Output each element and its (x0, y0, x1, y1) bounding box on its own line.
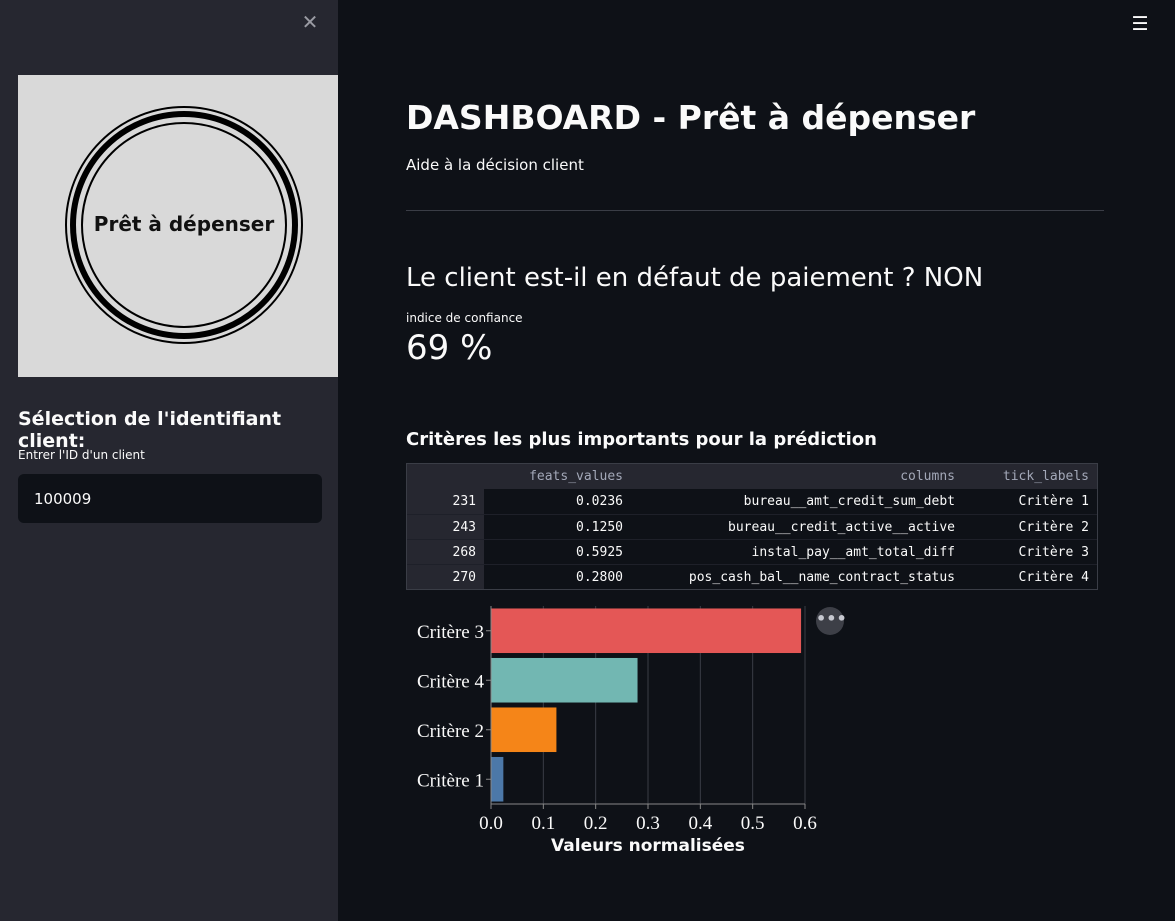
table-header-feats-values[interactable]: feats_values (484, 464, 631, 489)
sidebar-heading: Sélection de l'identifiant client: (18, 408, 282, 452)
tick-label-cell: Critère 3 (1018, 545, 1089, 560)
column-cell: pos_cash_bal__name_contract_status (688, 570, 955, 585)
row-index: 231 (407, 489, 484, 514)
bar (491, 707, 557, 753)
y-tick-label: Critère 2 (417, 721, 484, 742)
tick-label-cell: Critère 1 (1018, 494, 1089, 509)
logo: Prêt à dépenser (18, 75, 338, 377)
x-tick-label: 0.2 (584, 813, 608, 834)
table-row: 268 0.5925 instal_pay__amt_total_diff Cr… (407, 539, 1097, 564)
x-tick-label: 0.6 (793, 813, 817, 834)
row-index: 243 (407, 515, 484, 539)
column-cell: instal_pay__amt_total_diff (751, 545, 956, 560)
page-subtitle: Aide à la décision client (406, 156, 584, 174)
bar (491, 608, 802, 654)
client-id-label: Entrer l'ID d'un client (18, 448, 145, 462)
table-row: 270 0.2800 pos_cash_bal__name_contract_s… (407, 564, 1097, 589)
table-header-index[interactable] (407, 464, 484, 489)
table-header-tick-labels[interactable]: tick_labels (963, 464, 1097, 489)
y-tick-label: Critère 1 (417, 770, 484, 791)
tick-label-cell: Critère 2 (1018, 520, 1089, 535)
table-header-row: feats_values columns tick_labels (407, 464, 1097, 489)
divider (406, 210, 1104, 211)
table-header-columns[interactable]: columns (631, 464, 963, 489)
column-cell: bureau__credit_active__active (728, 520, 955, 535)
feats-value-cell: 0.2800 (576, 570, 623, 585)
feature-importance-chart: Critère 3 Critère 4 Critère 2 Critère 1 0.0 0… (417, 606, 817, 856)
x-tick-label: 0.5 (741, 813, 765, 834)
row-index: 268 (407, 540, 484, 564)
bar (491, 657, 638, 703)
feats-value-cell: 0.1250 (576, 520, 623, 535)
y-tick-label: Critère 3 (417, 622, 484, 643)
feats-value-cell: 0.0236 (576, 494, 623, 509)
metric-label: indice de confiance (406, 311, 523, 325)
table-row: 243 0.1250 bureau__credit_active__active… (407, 514, 1097, 539)
metric-value: 69 % (406, 328, 493, 368)
default-question: Le client est-il en défaut de paiement ?… (406, 263, 984, 293)
row-index: 270 (407, 565, 484, 589)
feats-value-cell: 0.5925 (576, 545, 623, 560)
bar (491, 756, 504, 802)
x-tick-label: 0.1 (531, 813, 555, 834)
x-axis-label: Valeurs normalisées (551, 836, 745, 856)
tick-label-cell: Critère 4 (1018, 570, 1089, 585)
x-tick-label: 0.3 (636, 813, 660, 834)
y-tick-label: Critère 4 (417, 671, 485, 692)
section-title: Critères les plus importants pour la pré… (406, 429, 877, 450)
features-table: feats_values columns tick_labels 231 0.0… (406, 463, 1098, 590)
hamburger-menu-icon[interactable]: ☰ (1130, 14, 1150, 34)
chart-more-options-icon[interactable]: ••• (816, 607, 847, 635)
page-title: DASHBOARD - Prêt à dépenser (406, 98, 976, 137)
x-tick-label: 0.4 (688, 813, 712, 834)
client-id-input[interactable] (18, 474, 322, 523)
close-icon[interactable]: ✕ (298, 10, 322, 34)
sidebar: ✕ Prêt à dépenser Sélection de l'identif… (0, 0, 338, 921)
x-tick-label: 0.0 (479, 813, 503, 834)
column-cell: bureau__amt_credit_sum_debt (743, 494, 955, 509)
logo-text: Prêt à dépenser (94, 212, 275, 236)
table-row: 231 0.0236 bureau__amt_credit_sum_debt C… (407, 489, 1097, 514)
